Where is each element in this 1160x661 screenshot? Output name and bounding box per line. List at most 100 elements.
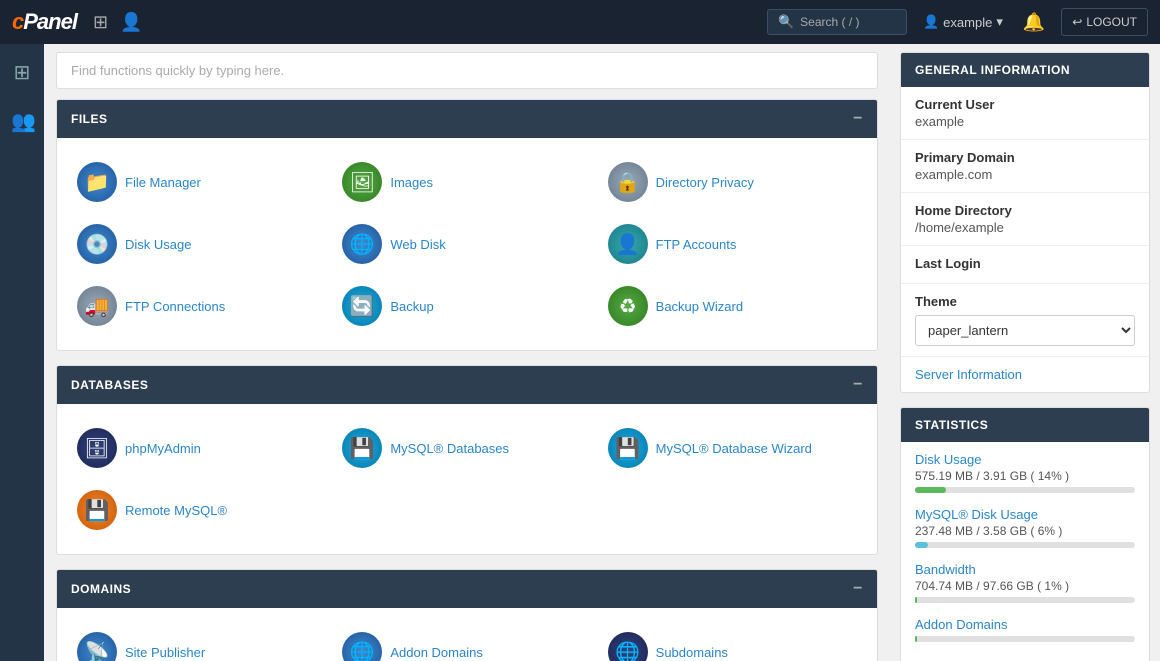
item-label: Addon Domains: [390, 645, 483, 660]
section-body-domains: 📡 Site Publisher 🌐 Addon Domains 🌐 Subdo…: [57, 608, 877, 661]
grid-item-mysql--databases[interactable]: 💾 MySQL® Databases: [336, 420, 597, 476]
search-icon: 🔍: [778, 14, 794, 30]
grid-item-images[interactable]: 🖼 Images: [336, 154, 597, 210]
item-label: Subdomains: [656, 645, 728, 660]
top-nav: cPanel ⊞ 👤 🔍 Search ( / ) 👤 example ▾ 🔔 …: [0, 0, 1160, 44]
section-domains: DOMAINS − 📡 Site Publisher 🌐 Addon Domain…: [56, 569, 878, 661]
stat-title[interactable]: Bandwidth: [915, 562, 1135, 577]
grid-item-mysql--database-wizard[interactable]: 💾 MySQL® Database Wizard: [602, 420, 863, 476]
section-toggle-domains[interactable]: −: [853, 580, 863, 598]
item-icon: 👤: [608, 224, 648, 264]
current-user-value: example: [915, 114, 1135, 129]
stat-bar-bg: [915, 487, 1135, 493]
stat-item-disk-usage: Disk Usage 575.19 MB / 3.91 GB ( 14% ): [915, 452, 1135, 493]
item-icon: 🌐: [608, 632, 648, 661]
grid-item-ftp-connections[interactable]: 🚚 FTP Connections: [71, 278, 332, 334]
stat-bar-bg: [915, 636, 1135, 642]
logout-icon: ↩: [1072, 15, 1082, 29]
right-panel: GENERAL INFORMATION Current User example…: [890, 44, 1160, 661]
statistics-header: STATISTICS: [901, 408, 1149, 442]
item-label: MySQL® Database Wizard: [656, 441, 812, 456]
grid-item-disk-usage[interactable]: 💿 Disk Usage: [71, 216, 332, 272]
items-grid-domains: 📡 Site Publisher 🌐 Addon Domains 🌐 Subdo…: [71, 624, 863, 661]
item-label: Backup Wizard: [656, 299, 743, 314]
grid-item-backup-wizard[interactable]: ♻ Backup Wizard: [602, 278, 863, 334]
stat-value: 704.74 MB / 97.66 GB ( 1% ): [915, 579, 1135, 593]
logout-button[interactable]: ↩ LOGOUT: [1061, 8, 1148, 36]
section-body-databases: 🗄 phpMyAdmin 💾 MySQL® Databases 💾 MySQL®…: [57, 404, 877, 554]
user-icon: 👤: [923, 14, 939, 30]
grid-item-file-manager[interactable]: 📁 File Manager: [71, 154, 332, 210]
item-label: Backup: [390, 299, 433, 314]
section-toggle-files[interactable]: −: [853, 110, 863, 128]
item-icon: 💾: [77, 490, 117, 530]
cpanel-logo: cPanel: [12, 9, 77, 35]
grid-item-remote-mysql-[interactable]: 💾 Remote MySQL®: [71, 482, 332, 538]
item-icon: 🗄: [77, 428, 117, 468]
item-icon: 💾: [342, 428, 382, 468]
user-nav-icon[interactable]: 👤: [120, 12, 142, 33]
section-header-files: FILES −: [57, 100, 877, 138]
home-directory-label: Home Directory: [915, 203, 1135, 218]
item-icon: 🌐: [342, 224, 382, 264]
theme-label: Theme: [915, 294, 1135, 309]
last-login-label: Last Login: [915, 256, 1135, 271]
nav-user[interactable]: 👤 example ▾: [915, 10, 1011, 34]
main-content: Find functions quickly by typing here. F…: [44, 44, 890, 661]
home-directory-value: /home/example: [915, 220, 1135, 235]
stat-title[interactable]: Disk Usage: [915, 452, 1135, 467]
section-body-files: 📁 File Manager 🖼 Images 🔒 Directory Priv…: [57, 138, 877, 350]
section-title-files: FILES: [71, 112, 108, 126]
server-info-link[interactable]: Server Information: [901, 357, 1149, 392]
find-bar[interactable]: Find functions quickly by typing here.: [56, 52, 878, 89]
nav-right: 👤 example ▾ 🔔 ↩ LOGOUT: [915, 8, 1148, 37]
item-icon: 🔒: [608, 162, 648, 202]
item-label: Remote MySQL®: [125, 503, 227, 518]
stat-value: 575.19 MB / 3.91 GB ( 14% ): [915, 469, 1135, 483]
stat-item-addon-domains: Addon Domains: [915, 617, 1135, 642]
sidebar-grid-icon[interactable]: ⊞: [3, 52, 41, 93]
stat-value: 237.48 MB / 3.58 GB ( 6% ): [915, 524, 1135, 538]
stat-title[interactable]: MySQL® Disk Usage: [915, 507, 1135, 522]
item-icon: ♻: [608, 286, 648, 326]
item-label: Disk Usage: [125, 237, 191, 252]
grid-item-phpmyadmin[interactable]: 🗄 phpMyAdmin: [71, 420, 332, 476]
item-label: MySQL® Databases: [390, 441, 509, 456]
grid-item-addon-domains[interactable]: 🌐 Addon Domains: [336, 624, 597, 661]
item-icon: 💾: [608, 428, 648, 468]
section-databases: DATABASES − 🗄 phpMyAdmin 💾 MySQL® Databas…: [56, 365, 878, 555]
section-header-domains: DOMAINS −: [57, 570, 877, 608]
statistics-panel: STATISTICS Disk Usage 575.19 MB / 3.91 G…: [900, 407, 1150, 661]
item-label: Images: [390, 175, 433, 190]
primary-domain-label: Primary Domain: [915, 150, 1135, 165]
grid-item-subdomains[interactable]: 🌐 Subdomains: [602, 624, 863, 661]
item-label: FTP Accounts: [656, 237, 737, 252]
item-label: Directory Privacy: [656, 175, 754, 190]
section-title-databases: DATABASES: [71, 378, 148, 392]
grid-item-backup[interactable]: 🔄 Backup: [336, 278, 597, 334]
search-box[interactable]: 🔍 Search ( / ): [767, 9, 907, 35]
bell-icon[interactable]: 🔔: [1015, 8, 1053, 37]
grid-icon[interactable]: ⊞: [93, 12, 108, 33]
grid-item-site-publisher[interactable]: 📡 Site Publisher: [71, 624, 332, 661]
item-icon: 📁: [77, 162, 117, 202]
items-grid-databases: 🗄 phpMyAdmin 💾 MySQL® Databases 💾 MySQL®…: [71, 420, 863, 538]
sidebar-users-icon[interactable]: 👥: [3, 101, 41, 142]
grid-item-directory-privacy[interactable]: 🔒 Directory Privacy: [602, 154, 863, 210]
section-toggle-databases[interactable]: −: [853, 376, 863, 394]
stat-bar: [915, 636, 917, 642]
theme-select[interactable]: paper_lantern: [915, 315, 1135, 346]
sidebar: ⊞ 👥: [0, 44, 44, 661]
section-header-databases: DATABASES −: [57, 366, 877, 404]
general-info-header: GENERAL INFORMATION: [901, 53, 1149, 87]
item-label: File Manager: [125, 175, 201, 190]
current-user-row: Current User example: [901, 87, 1149, 140]
item-icon: 📡: [77, 632, 117, 661]
grid-item-ftp-accounts[interactable]: 👤 FTP Accounts: [602, 216, 863, 272]
item-label: FTP Connections: [125, 299, 225, 314]
grid-item-web-disk[interactable]: 🌐 Web Disk: [336, 216, 597, 272]
item-label: phpMyAdmin: [125, 441, 201, 456]
item-icon: 🚚: [77, 286, 117, 326]
stat-title[interactable]: Addon Domains: [915, 617, 1135, 632]
section-title-domains: DOMAINS: [71, 582, 131, 596]
